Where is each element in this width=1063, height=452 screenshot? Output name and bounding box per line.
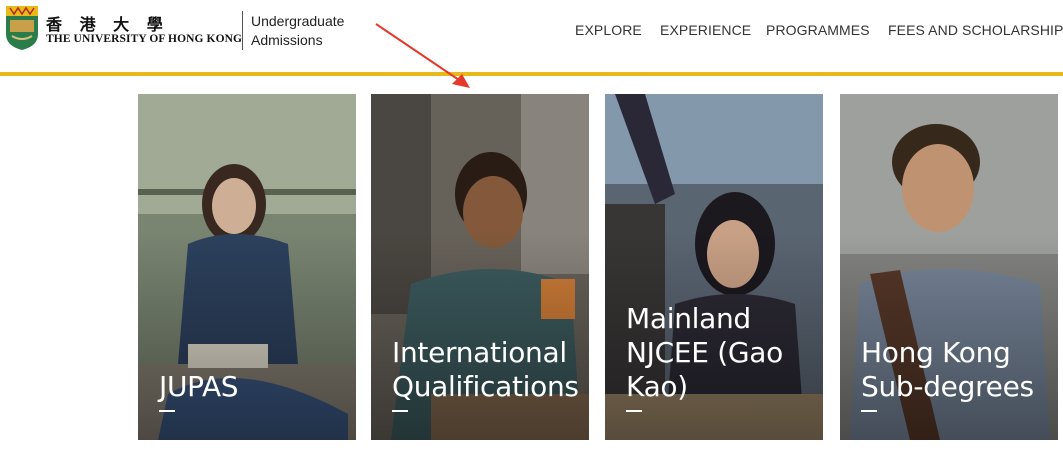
hku-crest-logo[interactable] [4,6,40,50]
card-title: Hong Kong Sub-degrees [861,336,1034,403]
header-divider [242,11,243,50]
card-international-qualifications[interactable]: International Qualifications [371,94,589,440]
card-title: Mainland NJCEE (Gao Kao) [626,302,783,403]
nav-experience[interactable]: EXPERIENCE [660,22,751,38]
nav-programmes[interactable]: PROGRAMMES [766,22,870,38]
site-header: 香 港 大 學 THE UNIVERSITY OF HONG KONG Unde… [0,0,1063,72]
card-title-underline [392,410,408,412]
admissions-title[interactable]: Undergraduate Admissions [251,12,344,50]
card-jupas[interactable]: JUPAS [138,94,356,440]
card-title-underline [626,410,642,412]
nav-fees-and-scholarships[interactable]: FEES AND SCHOLARSHIPS [888,22,1063,38]
card-mainland-njcee[interactable]: Mainland NJCEE (Gao Kao) [605,94,823,440]
header-accent-bar [0,72,1063,76]
card-title-underline [861,410,877,412]
annotation-arrow-icon [375,23,470,88]
university-name-chinese: 香 港 大 學 [46,15,169,34]
card-title: JUPAS [159,370,239,403]
card-hong-kong-sub-degrees[interactable]: Hong Kong Sub-degrees [840,94,1058,440]
admissions-title-line1: Undergraduate [251,13,345,29]
card-title: International Qualifications [392,336,579,403]
card-title-underline [159,410,175,412]
university-name-english: THE UNIVERSITY OF HONG KONG [46,33,243,45]
nav-explore[interactable]: EXPLORE [575,22,642,38]
admissions-title-line2: Admissions [251,32,323,48]
